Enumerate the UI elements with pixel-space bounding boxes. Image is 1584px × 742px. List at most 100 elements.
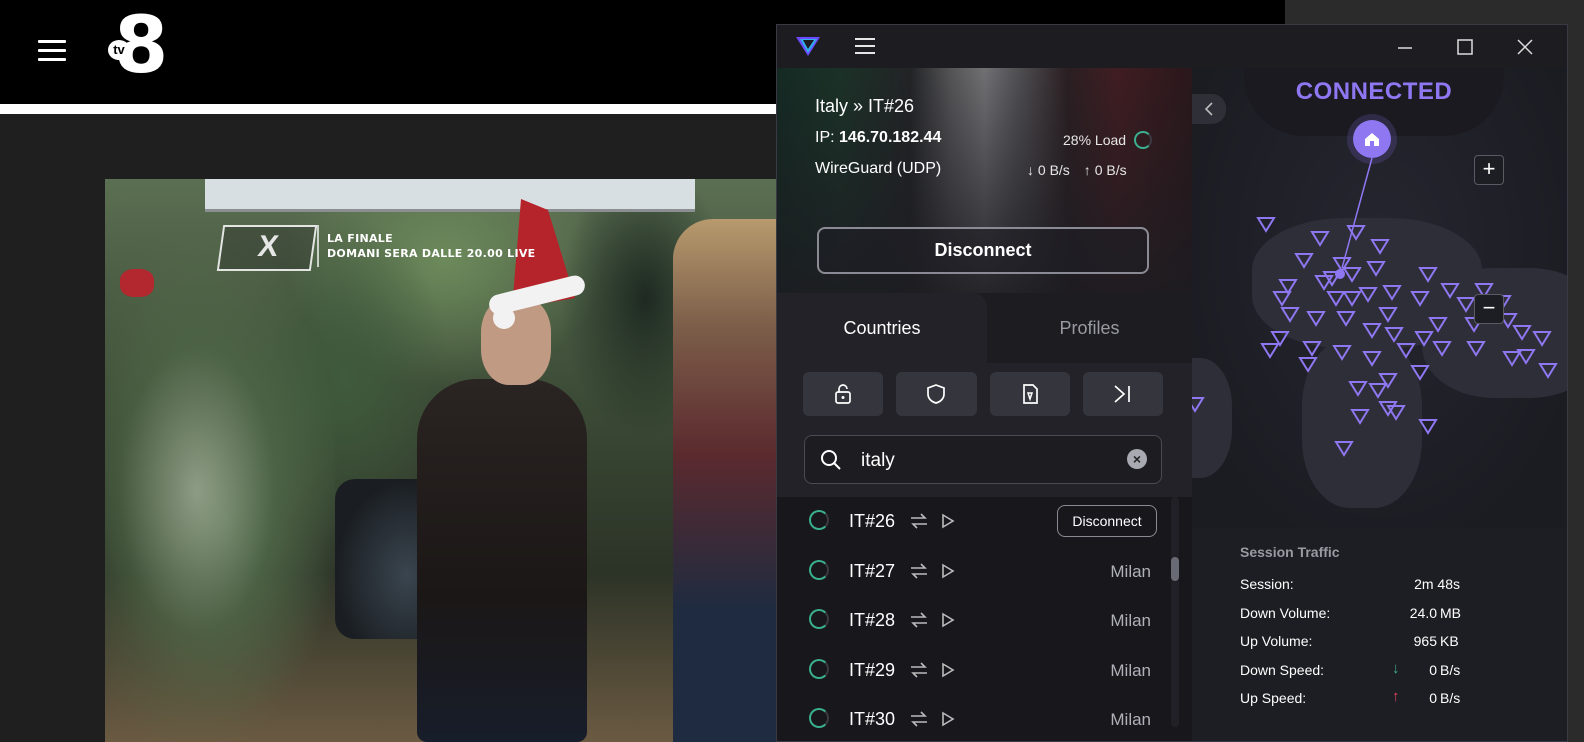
server-marker-icon[interactable]	[1348, 381, 1368, 397]
app-menu-icon[interactable]	[855, 38, 875, 54]
server-marker-icon[interactable]	[1334, 441, 1354, 457]
server-list-scrollbar[interactable]	[1171, 497, 1179, 727]
connection-card: Italy » IT#26 IP: 146.70.182.44 WireGuar…	[777, 68, 1192, 293]
titlebar	[777, 25, 1567, 68]
server-marker-icon[interactable]	[1378, 307, 1398, 323]
close-button[interactable]	[1505, 33, 1545, 61]
server-marker-icon[interactable]	[1256, 217, 1276, 233]
server-marker-icon[interactable]	[1432, 341, 1452, 357]
video-woman	[673, 219, 785, 742]
server-marker-icon[interactable]	[1466, 341, 1486, 357]
server-marker-icon[interactable]	[1294, 253, 1314, 269]
tabs: Countries Profiles	[777, 293, 1192, 363]
server-marker-icon[interactable]	[1362, 323, 1382, 339]
swap-icon	[911, 662, 927, 678]
server-marker-icon[interactable]	[1192, 397, 1205, 413]
server-marker-icon[interactable]	[1306, 311, 1326, 327]
zoom-in-button[interactable]: +	[1474, 155, 1504, 185]
server-marker-icon[interactable]	[1456, 297, 1476, 313]
search-box: ×	[804, 435, 1162, 485]
scrollbar-thumb[interactable]	[1171, 557, 1179, 581]
server-marker-icon[interactable]	[1368, 383, 1388, 399]
disconnect-button[interactable]: Disconnect	[817, 227, 1149, 274]
video-ornament	[120, 269, 154, 297]
world-map[interactable]: CONNECTED + −	[1192, 68, 1567, 528]
logo-tv: tv	[108, 40, 130, 60]
netshield-filter-button[interactable]	[896, 372, 977, 416]
tv8-logo[interactable]: 8 tv	[108, 7, 170, 86]
santa-hat-pompom	[493, 307, 515, 329]
video-overlay-text: LA FINALE DOMANI SERA DALLE 20.00 LIVE	[327, 231, 535, 261]
video-player[interactable]: X LA FINALE DOMANI SERA DALLE 20.00 LIVE	[105, 179, 785, 742]
play-icon	[942, 662, 955, 678]
server-marker-icon[interactable]	[1260, 343, 1280, 359]
server-marker-icon[interactable]	[1428, 317, 1448, 333]
server-marker-icon[interactable]	[1336, 311, 1356, 327]
ip-label: IP:	[815, 129, 835, 146]
secure-core-filter-button[interactable]	[803, 372, 884, 416]
server-marker-icon[interactable]	[1342, 267, 1362, 283]
upload-speed: ↑ 0 B/s	[1083, 162, 1127, 178]
server-marker-icon[interactable]	[1366, 261, 1386, 277]
server-marker-icon[interactable]	[1378, 373, 1398, 389]
down-volume-label: Down Volume:	[1240, 604, 1331, 621]
server-marker-icon[interactable]	[1502, 351, 1522, 367]
speed-readout: ↓ 0 B/s ↑ 0 B/s	[1027, 162, 1127, 178]
up-speed-row: Up Speed: ↑ 0 B/s	[1240, 684, 1540, 713]
swap-icon	[911, 612, 927, 628]
server-marker-icon[interactable]	[1310, 231, 1330, 247]
home-icon[interactable]	[1353, 120, 1391, 158]
server-marker-icon[interactable]	[1326, 291, 1346, 307]
video-sign	[205, 179, 695, 212]
server-row-it27[interactable]: IT#27 Milan	[777, 547, 1167, 597]
lock-icon	[835, 384, 851, 404]
server-marker-icon[interactable]	[1298, 357, 1318, 373]
server-marker-icon[interactable]	[1332, 345, 1352, 361]
streaming-filter-button[interactable]	[989, 372, 1070, 416]
server-marker-icon[interactable]	[1280, 307, 1300, 323]
server-city: Milan	[1110, 710, 1151, 729]
server-row-it28[interactable]: IT#28 Milan	[777, 596, 1167, 646]
server-row-it29[interactable]: IT#29 Milan	[777, 646, 1167, 696]
server-row-it30[interactable]: IT#30 Milan	[777, 695, 1167, 741]
server-marker-icon[interactable]	[1538, 363, 1558, 379]
server-marker-icon[interactable]	[1414, 331, 1434, 347]
server-marker-icon[interactable]	[1384, 327, 1404, 343]
server-marker-icon[interactable]	[1410, 365, 1430, 381]
clear-search-icon[interactable]: ×	[1127, 449, 1147, 469]
down-volume-unit: MB	[1440, 604, 1461, 621]
zoom-out-button[interactable]: −	[1474, 294, 1504, 324]
server-marker-icon[interactable]	[1396, 343, 1416, 359]
server-marker-icon[interactable]	[1440, 283, 1460, 299]
tab-countries[interactable]: Countries	[777, 293, 987, 363]
server-marker-icon[interactable]	[1512, 325, 1532, 341]
server-marker-icon[interactable]	[1418, 267, 1438, 283]
ip-address: IP: 146.70.182.44	[815, 129, 941, 147]
server-marker-icon[interactable]	[1302, 341, 1322, 357]
site-menu-button[interactable]	[38, 40, 66, 62]
server-marker-icon[interactable]	[1358, 287, 1378, 303]
server-marker-icon[interactable]	[1362, 351, 1382, 367]
collapse-map-button[interactable]	[1192, 94, 1226, 124]
row-disconnect-button[interactable]: Disconnect	[1057, 505, 1157, 537]
server-marker-icon[interactable]	[1342, 291, 1362, 307]
server-marker-icon[interactable]	[1350, 409, 1370, 425]
server-row-it26[interactable]: IT#26 Disconnect	[777, 497, 1167, 547]
server-marker-icon[interactable]	[1370, 239, 1390, 255]
server-marker-icon[interactable]	[1410, 291, 1430, 307]
server-marker-icon[interactable]	[1378, 401, 1398, 417]
up-volume-value: 965	[1413, 633, 1437, 649]
search-input[interactable]	[859, 436, 1123, 485]
p2p-filter-button[interactable]	[1082, 372, 1163, 416]
ip-value: 146.70.182.44	[839, 129, 942, 146]
server-marker-icon[interactable]	[1332, 257, 1352, 273]
server-marker-icon[interactable]	[1532, 331, 1552, 347]
maximize-button[interactable]	[1445, 33, 1485, 61]
tab-profiles[interactable]: Profiles	[987, 293, 1192, 363]
up-volume-label: Up Volume:	[1240, 633, 1313, 649]
server-marker-icon[interactable]	[1418, 419, 1438, 435]
server-marker-icon[interactable]	[1382, 285, 1402, 301]
down-volume-value: 24.0	[1409, 604, 1437, 621]
minimize-button[interactable]	[1385, 33, 1425, 61]
connected-location-dot	[1335, 269, 1345, 279]
